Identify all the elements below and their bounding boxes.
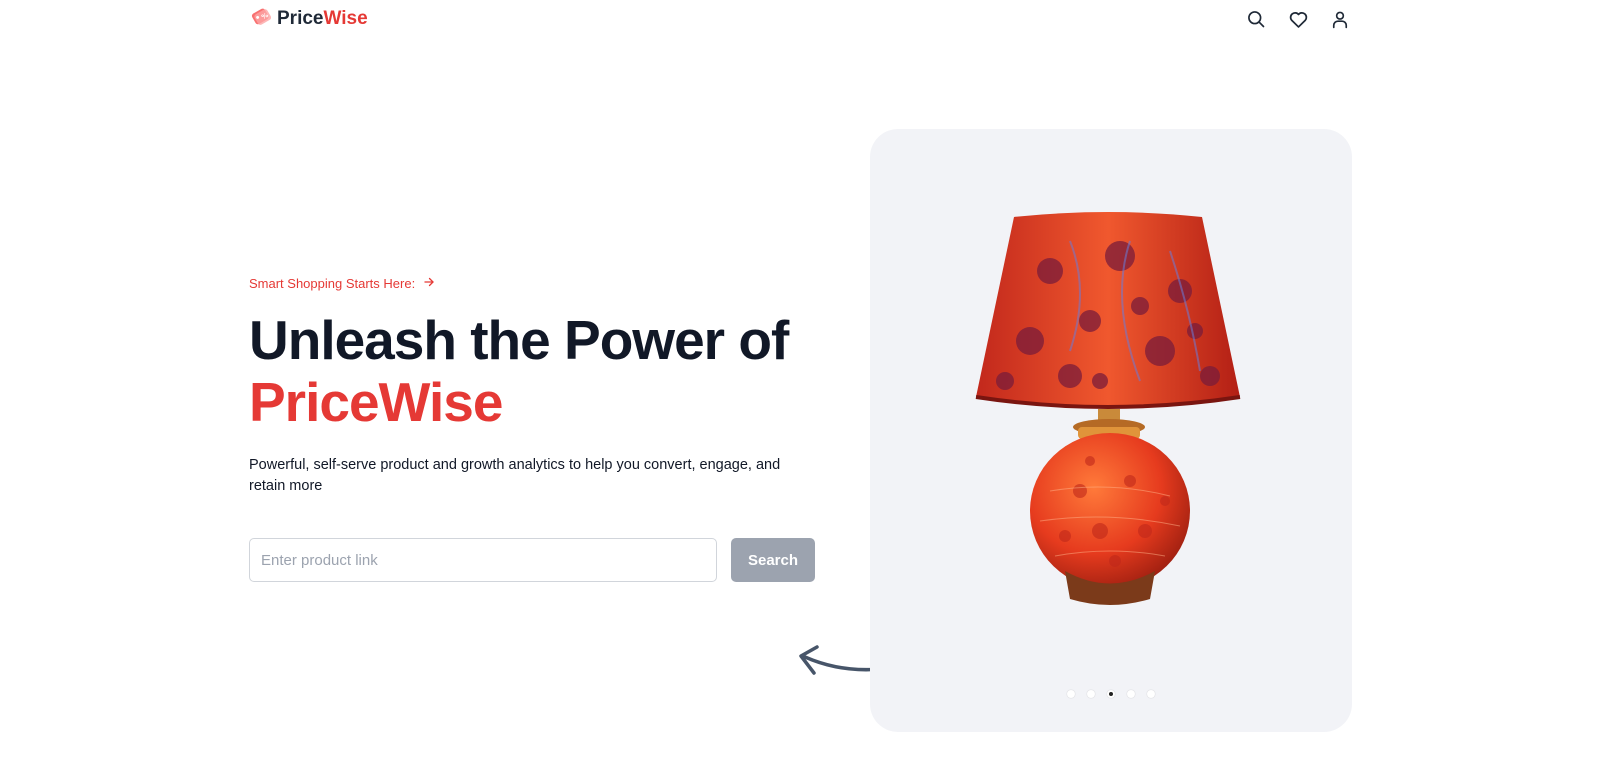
- search-button[interactable]: Search: [731, 538, 815, 582]
- headline-line1: Unleash the Power of: [249, 309, 789, 371]
- tagline-text: Smart Shopping Starts Here:: [249, 276, 416, 291]
- arrow-right-icon: [423, 276, 435, 291]
- carousel-dot[interactable]: [1147, 690, 1155, 698]
- carousel-dot[interactable]: [1087, 690, 1095, 698]
- nav-icon-group: [1245, 8, 1351, 30]
- headline-accent: PriceWise: [249, 371, 503, 433]
- tagline: Smart Shopping Starts Here:: [249, 276, 819, 291]
- hero-subtext: Powerful, self-serve product and growth …: [249, 457, 781, 494]
- brand-name-part2: Wise: [323, 8, 368, 29]
- navbar: % PriceWise: [249, 0, 1351, 38]
- carousel-indicators: [870, 690, 1352, 698]
- price-tag-icon: %: [249, 5, 272, 33]
- hero-headline: Unleash the Power of PriceWise: [249, 309, 819, 433]
- lamp-product-image: [970, 211, 1250, 616]
- carousel-dot-active[interactable]: [1107, 690, 1115, 698]
- brand-logo[interactable]: % PriceWise: [249, 5, 368, 33]
- heart-icon[interactable]: [1287, 8, 1309, 30]
- carousel-dot[interactable]: [1127, 690, 1135, 698]
- hero-section: Smart Shopping Starts Here: Unleash the …: [249, 276, 819, 582]
- product-carousel[interactable]: [870, 129, 1352, 732]
- search-form: Search: [249, 538, 815, 582]
- search-icon[interactable]: [1245, 8, 1267, 30]
- user-icon[interactable]: [1329, 8, 1351, 30]
- product-link-input[interactable]: [249, 538, 717, 582]
- brand-name-part1: Price: [277, 8, 324, 29]
- carousel-dot[interactable]: [1067, 690, 1075, 698]
